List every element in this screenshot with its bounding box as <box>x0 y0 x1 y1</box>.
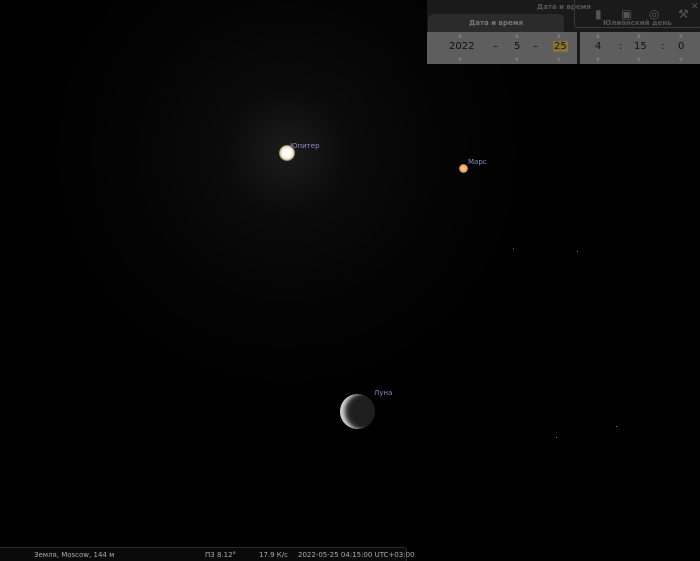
date-time-panel: Дата и время Дата и время Юлианский день… <box>427 0 700 64</box>
star <box>556 437 557 438</box>
jupiter-label: Юпитер <box>290 142 320 150</box>
hour-down-arrow[interactable]: ▼ <box>596 57 600 63</box>
day-input[interactable]: 25 <box>553 41 568 52</box>
close-icon[interactable]: ✕ <box>691 2 699 12</box>
moon-label: Луна <box>374 389 393 397</box>
star <box>616 426 617 427</box>
fps-text: 17.9 К/с <box>259 551 288 559</box>
sky-view[interactable] <box>0 0 700 560</box>
datetime-text[interactable]: 2022-05-25 04:15:00 UTC+03:00 <box>298 551 414 559</box>
hour-input[interactable]: 4 <box>595 41 601 52</box>
month-down-arrow[interactable]: ▼ <box>515 57 519 63</box>
date-separator: – <box>493 41 498 52</box>
second-input[interactable]: 0 <box>678 41 684 52</box>
trash-icon[interactable]: ▮ <box>595 7 602 21</box>
time-separator: : <box>661 41 665 52</box>
month-up-arrow[interactable]: ▲ <box>515 33 519 39</box>
time-separator: : <box>619 41 623 52</box>
fingerprint-icon[interactable]: ◎ <box>649 7 659 21</box>
year-down-arrow[interactable]: ▼ <box>458 57 462 63</box>
minute-input[interactable]: 15 <box>634 41 647 52</box>
second-up-arrow[interactable]: ▲ <box>679 33 683 39</box>
mars-label: Марс <box>468 158 487 166</box>
day-up-arrow[interactable]: ▲ <box>557 33 561 39</box>
second-down-arrow[interactable]: ▼ <box>679 57 683 63</box>
tab-julian-day[interactable]: Юлианский день <box>603 19 672 27</box>
month-input[interactable]: 5 <box>514 41 520 52</box>
date-separator: – <box>533 41 538 52</box>
status-bar: Земля, Moscow, 144 м П3 8.12° 17.9 К/с 2… <box>0 547 414 561</box>
moon[interactable] <box>340 394 375 429</box>
minute-down-arrow[interactable]: ▼ <box>637 57 641 63</box>
mars[interactable] <box>459 164 468 173</box>
star <box>513 248 514 249</box>
monitor-icon[interactable]: ▣ <box>621 7 632 21</box>
day-down-arrow[interactable]: ▼ <box>557 57 561 63</box>
location-text[interactable]: Земля, Moscow, 144 м <box>34 551 114 559</box>
year-input[interactable]: 2022 <box>449 41 474 52</box>
tab-date-time[interactable]: Дата и время <box>428 14 564 32</box>
star <box>577 251 578 252</box>
wrench-icon[interactable]: ⚒ <box>678 7 689 21</box>
year-up-arrow[interactable]: ▲ <box>458 33 462 39</box>
fov-text: П3 8.12° <box>205 551 237 559</box>
hour-up-arrow[interactable]: ▲ <box>596 33 600 39</box>
minute-up-arrow[interactable]: ▲ <box>637 33 641 39</box>
